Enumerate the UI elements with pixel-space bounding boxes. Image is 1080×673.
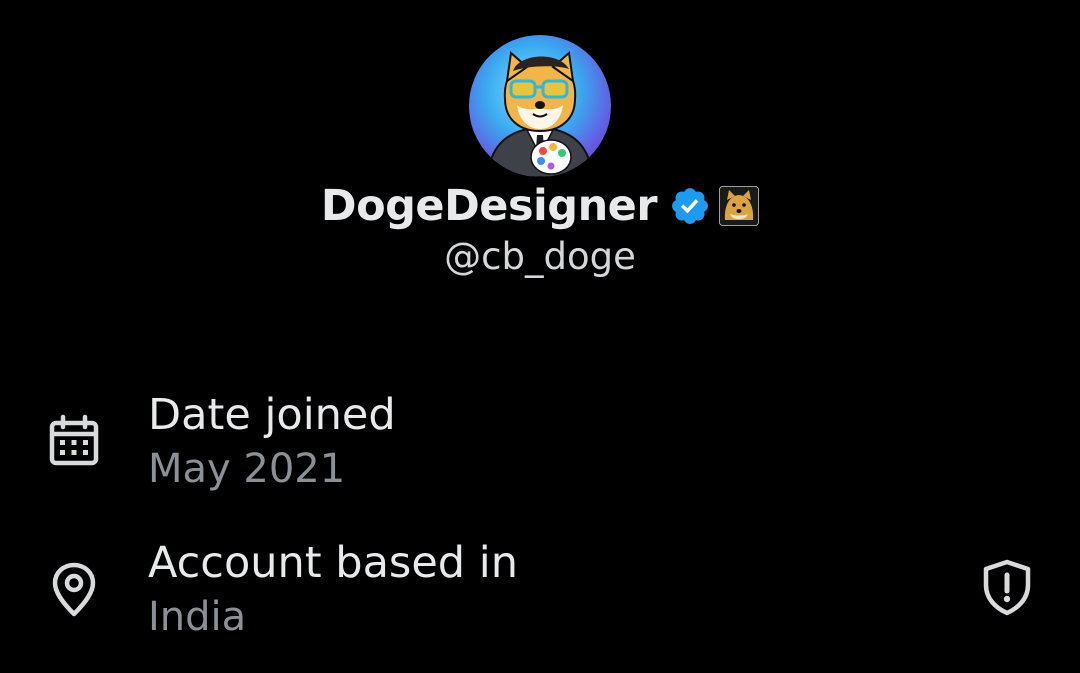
shield-alert-icon[interactable] [978, 558, 1036, 616]
name-row: DogeDesigner [0, 176, 1080, 236]
account-location-row: Account based in India [0, 536, 1080, 646]
account-location-label: Account based in [148, 538, 518, 588]
account-location-value: India [148, 594, 247, 640]
doge-badge-icon[interactable] [719, 186, 760, 226]
date-joined-label: Date joined [148, 390, 396, 440]
date-joined-row: Date joined May 2021 [0, 388, 1080, 498]
profile-avatar[interactable] [469, 35, 611, 177]
profile-header: DogeDesigner @cb_doge [0, 0, 1080, 300]
user-handle: @cb_doge [444, 235, 636, 278]
calendar-icon [49, 414, 99, 466]
verified-badge-icon[interactable] [669, 185, 711, 227]
doge-avatar-image [469, 35, 611, 177]
location-pin-icon [52, 562, 96, 617]
date-joined-value: May 2021 [148, 446, 346, 492]
display-name: DogeDesigner [320, 181, 658, 231]
